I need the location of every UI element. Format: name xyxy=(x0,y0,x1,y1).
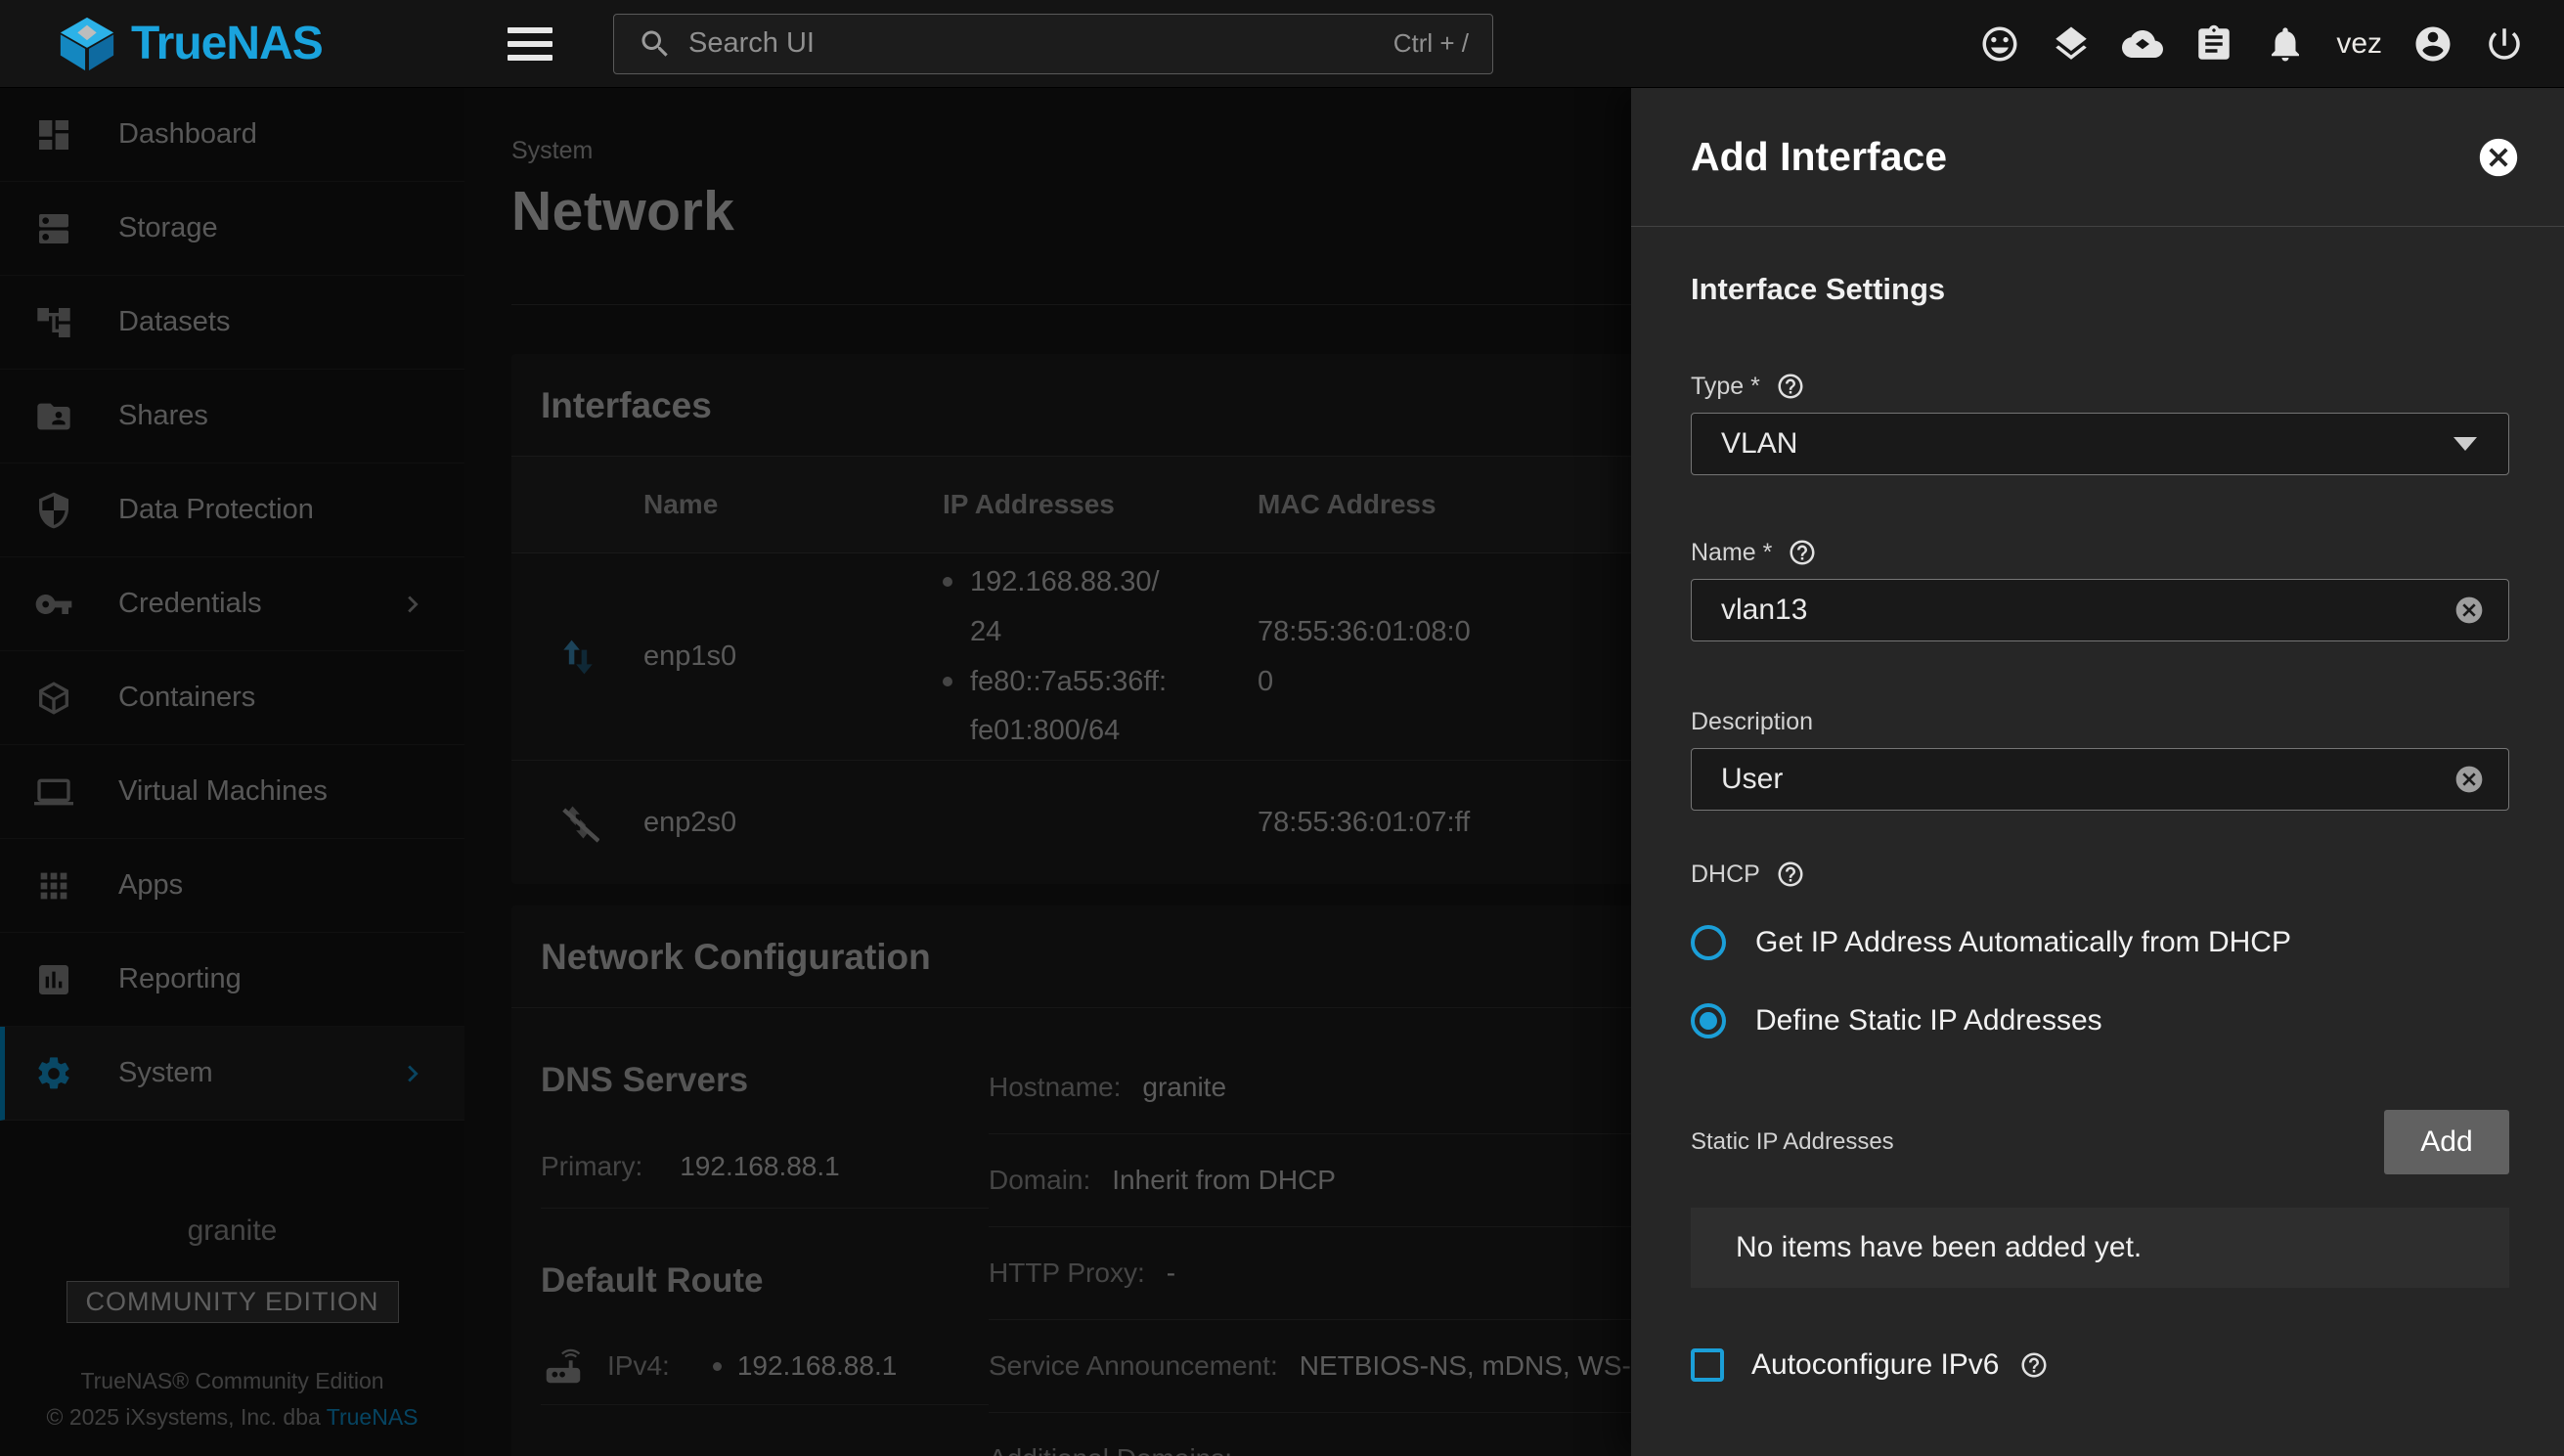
static-ip-row: Static IP Addresses Add xyxy=(1691,1110,2509,1174)
radio-circle-selected-icon xyxy=(1691,1003,1726,1038)
empty-list-message: No items have been added yet. xyxy=(1691,1208,2509,1288)
add-button[interactable]: Add xyxy=(2384,1110,2509,1174)
clear-icon[interactable] xyxy=(2453,595,2485,626)
name-field[interactable] xyxy=(1721,594,2453,627)
help-icon[interactable] xyxy=(1776,860,1805,889)
cloud-status-icon[interactable] xyxy=(2122,23,2163,65)
menu-toggle-icon[interactable] xyxy=(508,20,562,68)
help-icon[interactable] xyxy=(2019,1350,2049,1380)
top-bar: TrueNAS Ctrl + / vez xyxy=(0,0,2564,88)
panel-body: Interface Settings Type * VLAN Name * De… xyxy=(1631,272,2564,1382)
notifications-bell-icon[interactable] xyxy=(2265,23,2306,65)
dhcp-label: DHCP xyxy=(1691,860,2509,889)
add-interface-panel: Add Interface Interface Settings Type * … xyxy=(1631,88,2564,1456)
type-select[interactable]: VLAN xyxy=(1691,413,2509,475)
section-title: Interface Settings xyxy=(1691,272,2509,307)
help-icon[interactable] xyxy=(1776,372,1805,401)
name-label: Name * xyxy=(1691,538,2509,567)
name-field-wrap xyxy=(1691,579,2509,641)
static-ip-label: Static IP Addresses xyxy=(1691,1128,1894,1156)
radio-circle-icon xyxy=(1691,925,1726,960)
clear-icon[interactable] xyxy=(2453,764,2485,795)
topbar-actions: vez xyxy=(1979,23,2564,65)
truenas-logo[interactable]: TrueNAS xyxy=(0,14,464,74)
jobs-clipboard-icon[interactable] xyxy=(2193,23,2234,65)
global-search[interactable]: Ctrl + / xyxy=(613,14,1493,74)
autoconfigure-ipv6-checkbox-row[interactable]: Autoconfigure IPv6 xyxy=(1691,1348,2509,1382)
checkbox-unchecked-icon[interactable] xyxy=(1691,1348,1724,1382)
truenas-app: TrueNAS Ctrl + / vez xyxy=(0,0,2564,1456)
panel-header: Add Interface xyxy=(1631,88,2564,227)
help-icon[interactable] xyxy=(1788,538,1817,567)
feedback-smiley-icon[interactable] xyxy=(1979,23,2020,65)
truecommand-icon[interactable] xyxy=(2051,23,2092,65)
search-icon xyxy=(638,26,673,62)
search-input[interactable] xyxy=(688,27,1393,60)
panel-title: Add Interface xyxy=(1691,134,1947,180)
power-icon[interactable] xyxy=(2484,23,2525,65)
close-icon[interactable] xyxy=(2476,135,2521,180)
chevron-down-icon xyxy=(2453,437,2477,451)
truenas-logo-icon xyxy=(57,14,117,74)
username-label: vez xyxy=(2336,27,2382,61)
description-field[interactable] xyxy=(1721,763,2453,796)
description-label: Description xyxy=(1691,708,2509,736)
user-avatar[interactable] xyxy=(2412,23,2453,65)
description-field-wrap xyxy=(1691,748,2509,811)
type-label: Type * xyxy=(1691,372,2509,401)
radio-static[interactable]: Define Static IP Addresses xyxy=(1691,996,2509,1045)
logo-text: TrueNAS xyxy=(131,17,323,70)
radio-dhcp[interactable]: Get IP Address Automatically from DHCP xyxy=(1691,918,2509,967)
type-select-value: VLAN xyxy=(1721,427,2453,461)
search-shortcut: Ctrl + / xyxy=(1393,28,1469,59)
